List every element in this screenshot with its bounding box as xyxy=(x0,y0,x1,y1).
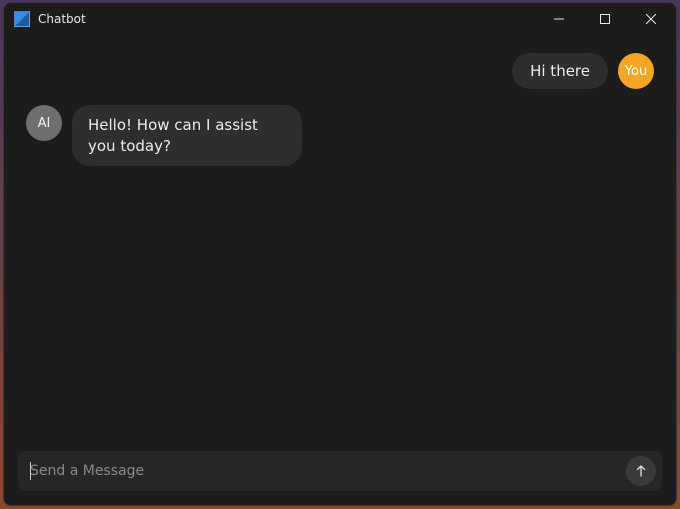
close-icon xyxy=(646,14,656,24)
window-title: Chatbot xyxy=(38,12,86,26)
minimize-button[interactable] xyxy=(536,4,582,34)
app-icon xyxy=(14,11,30,27)
message-input[interactable] xyxy=(30,463,626,479)
message-row-user: Hi there You xyxy=(26,53,654,89)
titlebar[interactable]: Chatbot xyxy=(4,3,676,35)
text-caret-icon xyxy=(30,462,31,480)
user-message-bubble: Hi there xyxy=(512,53,608,89)
app-window: Chatbot Hi there You AI Hello! How can I… xyxy=(3,2,677,506)
ai-avatar: AI xyxy=(26,105,62,141)
minimize-icon xyxy=(554,14,564,24)
composer xyxy=(18,451,662,491)
message-row-ai: AI Hello! How can I assist you today? xyxy=(26,105,654,166)
chat-area: Hi there You AI Hello! How can I assist … xyxy=(4,35,676,441)
maximize-icon xyxy=(600,14,610,24)
maximize-button[interactable] xyxy=(582,4,628,34)
ai-message-bubble: Hello! How can I assist you today? xyxy=(72,105,302,166)
arrow-up-icon xyxy=(635,465,647,477)
send-button[interactable] xyxy=(626,456,656,486)
close-button[interactable] xyxy=(628,4,674,34)
user-avatar: You xyxy=(618,53,654,89)
